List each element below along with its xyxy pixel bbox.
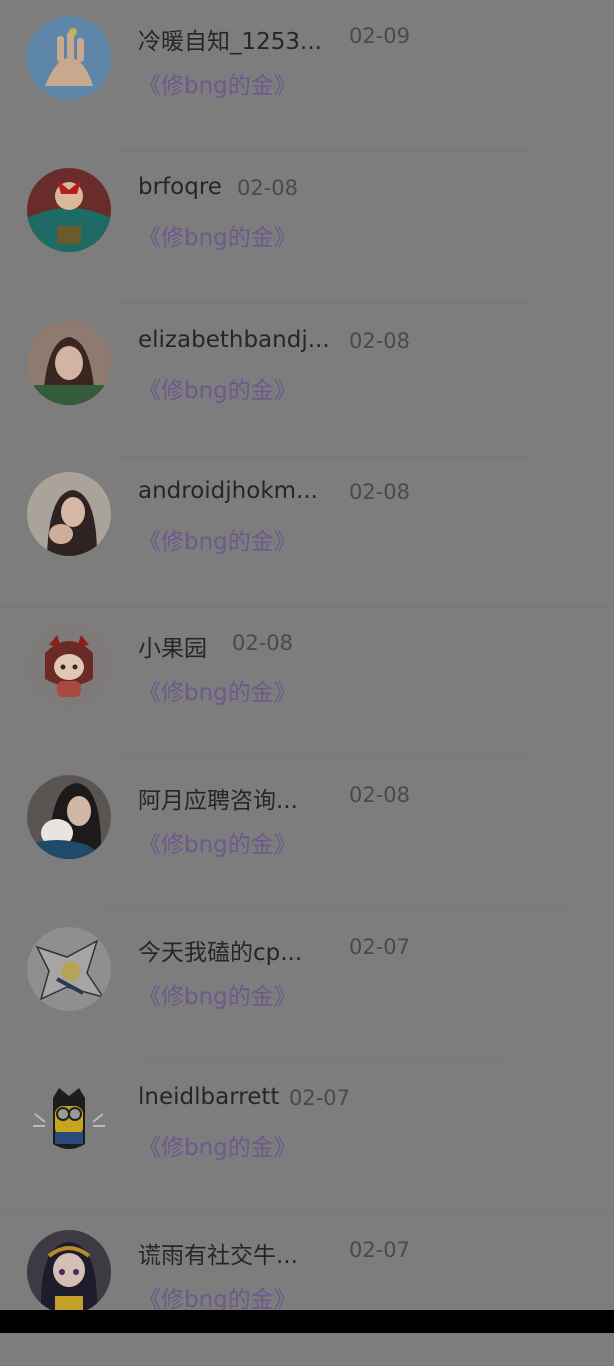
book-title[interactable]: 《修bng的金》 xyxy=(138,825,297,859)
divider xyxy=(120,303,530,304)
user-name[interactable]: brfoqre xyxy=(138,174,222,200)
book-title[interactable]: 《修bng的金》 xyxy=(138,1128,297,1162)
list-item[interactable]: androidjhokm... 02-08 《修bng的金》 xyxy=(0,456,614,608)
list-item[interactable]: 冷暖自知_1253... 02-09 《修bng的金》 xyxy=(0,0,614,152)
list-item[interactable]: 今天我磕的cp... 02-07 《修bng的金》 xyxy=(0,911,614,1063)
girl-photo-avatar-icon xyxy=(27,321,111,405)
list-item[interactable]: 小果园 02-08 《修bng的金》 xyxy=(0,607,614,759)
avatar[interactable] xyxy=(27,1078,111,1162)
date-label: 02-07 xyxy=(349,1238,411,1262)
user-name[interactable]: lneidlbarrett xyxy=(138,1084,279,1110)
minion-avatar-icon xyxy=(27,1078,111,1162)
date-label: 02-09 xyxy=(349,24,411,48)
cartoon-girl-avatar-icon xyxy=(27,623,111,707)
date-label: 02-07 xyxy=(289,1086,351,1110)
anime-girl-avatar-icon xyxy=(27,1230,111,1314)
date-label: 02-07 xyxy=(349,935,411,959)
date-label: 02-08 xyxy=(349,783,411,807)
user-name[interactable]: 阿月应聘咨询... xyxy=(138,781,298,815)
user-name[interactable]: 小果园 xyxy=(138,629,207,663)
user-name[interactable]: elizabethbandj... xyxy=(138,327,330,353)
avatar[interactable] xyxy=(27,1230,111,1314)
avatar[interactable] xyxy=(27,168,111,252)
hand-avatar-icon xyxy=(27,16,111,100)
book-title[interactable]: 《修bng的金》 xyxy=(138,1280,297,1314)
book-title[interactable]: 《修bng的金》 xyxy=(138,977,297,1011)
list-item[interactable]: 阿月应聘咨询... 02-08 《修bng的金》 xyxy=(0,759,614,911)
avatar[interactable] xyxy=(27,16,111,100)
user-name[interactable]: 谎雨有社交牛... xyxy=(138,1236,298,1270)
couple-photo-avatar-icon xyxy=(27,472,111,556)
date-label: 02-08 xyxy=(232,631,294,655)
avatar[interactable] xyxy=(27,775,111,859)
user-name[interactable]: 今天我磕的cp... xyxy=(138,933,302,967)
list-item[interactable]: lneidlbarrett 02-07 《修bng的金》 xyxy=(0,1062,614,1214)
book-title[interactable]: 《修bng的金》 xyxy=(138,522,297,556)
book-title[interactable]: 《修bng的金》 xyxy=(138,673,297,707)
book-title[interactable]: 《修bng的金》 xyxy=(138,66,297,100)
girl-cat-avatar-icon xyxy=(27,775,111,859)
system-nav-bar xyxy=(0,1310,614,1333)
user-name[interactable]: androidjhokm... xyxy=(138,478,318,504)
anime-sketch-avatar-icon xyxy=(27,927,111,1011)
list-item[interactable]: elizabethbandj... 02-08 《修bng的金》 xyxy=(0,305,614,457)
date-label: 02-08 xyxy=(237,176,299,200)
girl-red-bow-avatar-icon xyxy=(27,168,111,252)
avatar[interactable] xyxy=(27,472,111,556)
book-title[interactable]: 《修bng的金》 xyxy=(138,218,297,252)
date-label: 02-08 xyxy=(349,329,411,353)
book-title[interactable]: 《修bng的金》 xyxy=(138,371,297,405)
avatar[interactable] xyxy=(27,927,111,1011)
user-name[interactable]: 冷暖自知_1253... xyxy=(138,22,322,56)
list-item[interactable]: 谎雨有社交牛... 02-07 《修bng的金》 xyxy=(0,1214,614,1366)
list-item[interactable]: brfoqre 02-08 《修bng的金》 xyxy=(0,152,614,304)
avatar[interactable] xyxy=(27,321,111,405)
date-label: 02-08 xyxy=(349,480,411,504)
avatar[interactable] xyxy=(27,623,111,707)
